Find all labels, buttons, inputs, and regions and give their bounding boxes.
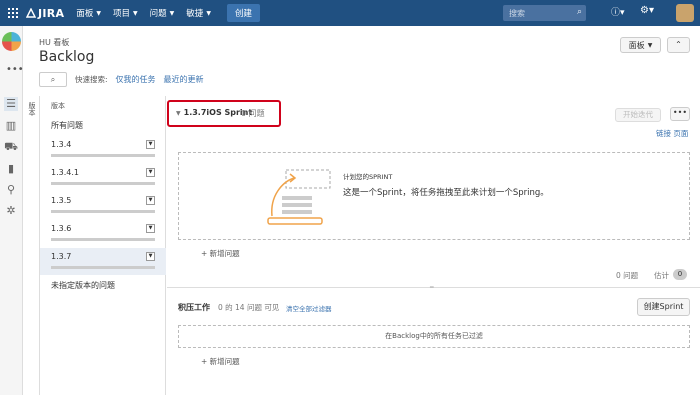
project-avatar-icon[interactable]: [2, 32, 21, 51]
unassigned-versions-link[interactable]: 未指定版本的问题: [51, 280, 115, 291]
version-dropdown-icon[interactable]: ▼: [146, 252, 155, 261]
backlog-filtered-message: 在Backlog中的所有任务已过滤: [178, 325, 690, 348]
version-name: 1.3.6: [51, 224, 72, 233]
versions-toggle[interactable]: 版本: [23, 96, 40, 395]
backlog-add-issue-link[interactable]: + 新增问题: [201, 356, 240, 367]
search-placeholder: 搜索: [509, 9, 525, 18]
all-issues-link[interactable]: 所有问题: [51, 120, 83, 131]
search-button[interactable]: ⌕: [39, 72, 67, 87]
project-name[interactable]: HU 看板: [39, 37, 69, 48]
quick-filter-recent-updates[interactable]: 最近的更新: [164, 74, 204, 85]
releases-icon[interactable]: ⛟: [4, 140, 18, 154]
sprint-footer-issue-count: 0 问题: [616, 271, 639, 280]
nav-menu-issues[interactable]: 问题 ▼: [150, 7, 175, 19]
nav-menu-label: 项目: [113, 9, 131, 19]
plan-sprint-illustration-icon: [267, 169, 331, 225]
add-ons-icon[interactable]: ✲: [4, 204, 18, 218]
user-avatar[interactable]: [676, 4, 694, 22]
version-progress-bar: [51, 238, 155, 241]
page-title: Backlog: [39, 49, 95, 65]
estimate-label: 估计: [654, 271, 669, 280]
jira-logo-icon: [26, 8, 36, 18]
create-sprint-button[interactable]: 创建Sprint: [637, 298, 690, 316]
version-progress-bar: [51, 210, 155, 213]
quick-filters: ⌕ 快速搜索: 仅我的任务 最近的更新: [39, 72, 204, 87]
collapse-header-button[interactable]: ⌃: [667, 37, 690, 53]
versions-heading: 版本: [51, 102, 65, 110]
version-progress-bar: [51, 182, 155, 185]
version-progress-bar: [51, 154, 155, 157]
more-icon[interactable]: •••: [6, 64, 24, 75]
version-dropdown-icon[interactable]: ▼: [146, 168, 155, 177]
gear-icon[interactable]: ⚙▾: [640, 5, 654, 16]
version-item[interactable]: 1.3.4 ▼: [40, 136, 166, 163]
version-dropdown-icon[interactable]: ▼: [146, 140, 155, 149]
create-button[interactable]: 创建: [226, 4, 260, 22]
caret-down-icon: ▼: [206, 9, 211, 17]
components-icon[interactable]: ⚲: [4, 183, 18, 197]
version-item[interactable]: 1.3.5 ▼: [40, 192, 166, 219]
version-dropdown-icon[interactable]: ▼: [146, 224, 155, 233]
nav-menu-label: 面板: [76, 9, 94, 19]
quick-filters-label: 快速搜索:: [75, 75, 108, 84]
nav-menu-label: 问题: [149, 9, 167, 19]
board-button-label: 面板: [628, 40, 645, 50]
help-icon[interactable]: ⓘ▾: [611, 5, 625, 18]
backlog-title: 积压工作: [178, 303, 210, 312]
sprint-issue-count: 0 问题: [241, 109, 265, 118]
version-name: 1.3.7: [51, 252, 72, 261]
app-switcher-icon[interactable]: [0, 0, 26, 26]
board-dropdown-button[interactable]: 面板 ▼: [620, 37, 661, 53]
caret-down-icon: ▼: [96, 9, 102, 17]
version-name: 1.3.5: [51, 196, 72, 205]
caret-down-icon: ▼: [176, 110, 181, 117]
estimate-badge: 0: [673, 269, 687, 280]
nav-menu-label: 敏捷: [186, 9, 204, 19]
version-name: 1.3.4: [51, 140, 72, 149]
search-input[interactable]: 搜索 ⌕: [503, 5, 586, 21]
jira-logo[interactable]: JIRA: [26, 7, 64, 20]
version-item-selected[interactable]: 1.3.7 ▼: [40, 248, 166, 275]
top-navigation-bar: JIRA 面板 ▼ 项目 ▼ 问题 ▼ 敏捷 ▼ 创建 搜索 ⌕ ⓘ▾ ⚙▾: [0, 0, 700, 26]
sprint-add-issue-link[interactable]: + 新增问题: [201, 248, 240, 259]
reports-icon[interactable]: ▮: [4, 162, 18, 176]
caret-down-icon: ▼: [133, 9, 138, 17]
sprint-links[interactable]: 链接 页面: [656, 128, 688, 139]
plan-sprint-message: 这是一个Sprint，将任务拖拽至此来计划一个Spring。: [343, 188, 549, 198]
search-icon: ⌕: [576, 7, 582, 17]
project-sidebar: ••• ☰ ▥ ⛟ ▮ ⚲ ✲: [0, 26, 24, 395]
caret-down-icon: ▼: [647, 41, 653, 49]
plan-sprint-heading: 计划您的SPRINT: [343, 173, 393, 181]
start-sprint-button[interactable]: 开始迭代: [615, 108, 661, 122]
backlog-issue-count: 0 的 14 问题 可见: [218, 303, 280, 312]
caret-down-icon: ▼: [169, 9, 175, 17]
version-progress-bar: [51, 266, 155, 269]
nav-menu-agile[interactable]: 敏捷 ▼: [186, 7, 211, 19]
version-item[interactable]: 1.3.6 ▼: [40, 220, 166, 247]
resize-grip-icon[interactable]: ═: [430, 284, 434, 291]
version-item[interactable]: 1.3.4.1 ▼: [40, 164, 166, 191]
jira-logo-text: JIRA: [38, 6, 65, 20]
versions-toggle-label: 版本: [28, 102, 36, 116]
versions-panel: 版本 所有问题 1.3.4 ▼ 1.3.4.1 ▼ 1.3.5 ▼ 1.3.6 …: [40, 96, 166, 395]
backlog-icon[interactable]: ☰: [4, 97, 18, 111]
sprint-more-button[interactable]: •••: [670, 107, 690, 121]
nav-menu-projects[interactable]: 项目 ▼: [113, 7, 138, 19]
clear-all-filters-link[interactable]: 清空全部过滤器: [286, 303, 332, 313]
quick-filter-my-issues[interactable]: 仅我的任务: [116, 74, 156, 85]
nav-menu-dashboards[interactable]: 面板 ▼: [76, 7, 101, 19]
board-icon[interactable]: ▥: [4, 119, 18, 133]
version-dropdown-icon[interactable]: ▼: [146, 196, 155, 205]
version-name: 1.3.4.1: [51, 168, 79, 177]
search-icon: ⌕: [50, 74, 56, 84]
